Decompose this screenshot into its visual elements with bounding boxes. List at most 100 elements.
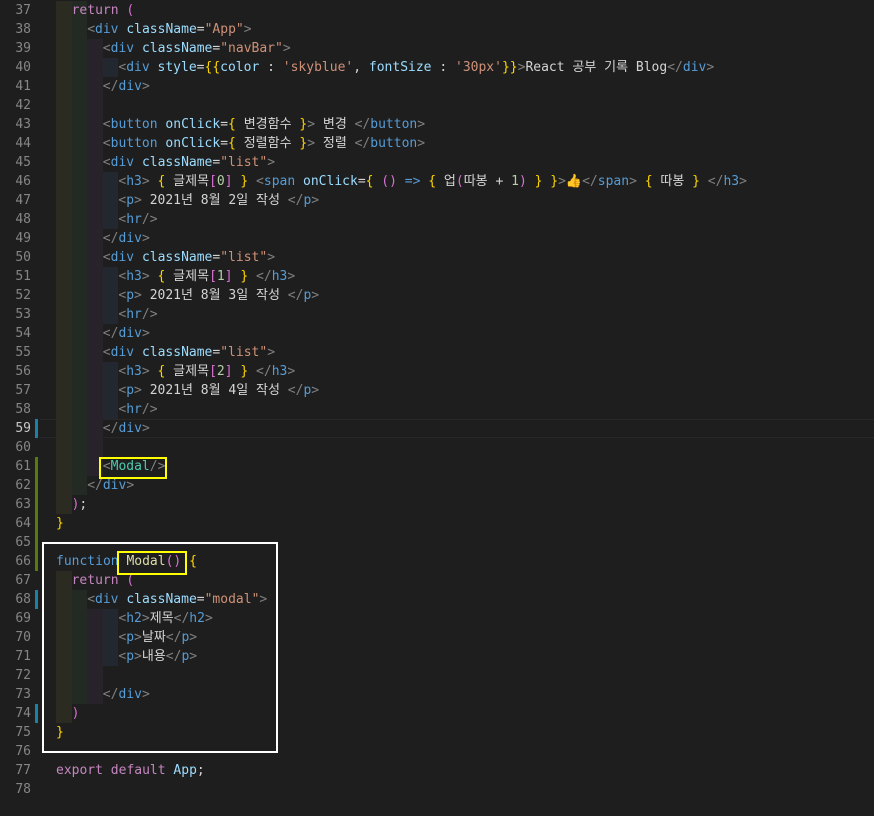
code-line[interactable]: 58 <hr/> bbox=[0, 400, 874, 419]
line-number: 37 bbox=[15, 3, 31, 18]
indent-guide bbox=[87, 400, 103, 419]
line-number: 41 bbox=[15, 79, 31, 94]
indent-guide bbox=[87, 210, 103, 229]
code-line[interactable]: 41 </div> bbox=[0, 77, 874, 96]
indent-guide bbox=[71, 229, 88, 248]
code-line[interactable]: 55 <div className="list"> bbox=[0, 343, 874, 362]
indent-guide bbox=[87, 96, 103, 115]
code-line[interactable]: 44 <button onClick={ 정렬함수 }> 정렬 </button> bbox=[0, 134, 874, 153]
indent-guide bbox=[102, 286, 119, 305]
indent-guide bbox=[56, 476, 72, 495]
code-line[interactable]: 48 <hr/> bbox=[0, 210, 874, 229]
code-line[interactable]: 52 <p> 2021년 8월 3일 작성 </p> bbox=[0, 286, 874, 305]
indent-guide bbox=[56, 39, 72, 58]
code-text: <div className="App"> bbox=[87, 22, 252, 37]
indent-guide bbox=[102, 400, 119, 419]
git-change-marker[interactable] bbox=[35, 457, 38, 571]
code-line[interactable]: 51 <h3> { 글제목[1] } </h3> bbox=[0, 267, 874, 286]
code-line[interactable]: 45 <div className="list"> bbox=[0, 153, 874, 172]
indent-guide bbox=[102, 210, 119, 229]
line-number: 78 bbox=[15, 782, 31, 797]
indent-guide bbox=[71, 476, 88, 495]
indent-guide bbox=[71, 343, 88, 362]
indent-guide bbox=[56, 438, 72, 457]
code-line[interactable]: 63); bbox=[0, 495, 874, 514]
indent-guide bbox=[87, 286, 103, 305]
indent-guide bbox=[87, 172, 103, 191]
line-number: 38 bbox=[15, 22, 31, 37]
line-number: 56 bbox=[15, 364, 31, 379]
code-line[interactable]: 59 </div> bbox=[0, 419, 874, 438]
indent-guide bbox=[56, 229, 72, 248]
code-editor[interactable]: 37 return ( 38 <div className="App"> 39 <div … bbox=[0, 0, 874, 816]
code-line[interactable]: 49 </div> bbox=[0, 229, 874, 248]
code-line[interactable]: 60 bbox=[0, 438, 874, 457]
indent-guide bbox=[56, 115, 72, 134]
code-line[interactable]: 43 <button onClick={ 변경함수 }> 변경 </button> bbox=[0, 115, 874, 134]
code-line[interactable]: 46 <h3> { 글제목[0] } <span onClick={ () => … bbox=[0, 172, 874, 191]
line-number: 49 bbox=[15, 231, 31, 246]
indent-guide bbox=[56, 400, 72, 419]
indent-guide bbox=[102, 381, 119, 400]
code-line[interactable]: 77 export default App; bbox=[0, 761, 874, 780]
line-number: 67 bbox=[15, 573, 31, 588]
indent-guide bbox=[71, 305, 88, 324]
git-change-marker[interactable] bbox=[35, 590, 38, 609]
code-line[interactable]: 53 <hr/> bbox=[0, 305, 874, 324]
code-line[interactable]: 64} bbox=[0, 514, 874, 533]
line-number: 64 bbox=[15, 516, 31, 531]
line-number: 47 bbox=[15, 193, 31, 208]
code-text: <p> 2021년 8월 3일 작성 </p> bbox=[118, 288, 320, 303]
code-text: } bbox=[56, 516, 64, 531]
code-text: <div className="list"> bbox=[102, 250, 276, 265]
line-number: 55 bbox=[15, 345, 31, 360]
indent-guide bbox=[56, 457, 72, 476]
indent-guide bbox=[102, 58, 119, 77]
code-line[interactable]: 40 <div style={{color : 'skyblue', fontSi… bbox=[0, 58, 874, 77]
code-text: ); bbox=[71, 497, 88, 512]
line-number: 69 bbox=[15, 611, 31, 626]
code-line[interactable]: 38 <div className="App"> bbox=[0, 20, 874, 39]
line-number: 53 bbox=[15, 307, 31, 322]
code-text: <div style={{color : 'skyblue', fontSize… bbox=[118, 60, 715, 75]
code-line[interactable]: 56 <h3> { 글제목[2] } </h3> bbox=[0, 362, 874, 381]
line-number: 63 bbox=[15, 497, 31, 512]
indent-guide bbox=[87, 229, 103, 248]
code-line[interactable]: 47 <p> 2021년 8월 2일 작성 </p> bbox=[0, 191, 874, 210]
indent-guide bbox=[71, 115, 88, 134]
git-change-marker[interactable] bbox=[35, 419, 38, 438]
code-text: <hr/> bbox=[118, 212, 158, 227]
line-number: 52 bbox=[15, 288, 31, 303]
code-line[interactable]: 39 <div className="navBar"> bbox=[0, 39, 874, 58]
indent-guide bbox=[87, 362, 103, 381]
line-number: 61 bbox=[15, 459, 31, 474]
code-line[interactable]: 42 bbox=[0, 96, 874, 115]
line-number: 51 bbox=[15, 269, 31, 284]
indent-guide bbox=[71, 153, 88, 172]
indent-guide bbox=[71, 438, 88, 457]
code-text: </div> bbox=[102, 79, 150, 94]
indent-guide bbox=[71, 134, 88, 153]
code-line[interactable]: 78 bbox=[0, 780, 874, 799]
line-number: 75 bbox=[15, 725, 31, 740]
yellow-annotation-box bbox=[99, 457, 167, 479]
line-number: 62 bbox=[15, 478, 31, 493]
indent-guide bbox=[102, 362, 119, 381]
line-number: 66 bbox=[15, 554, 31, 569]
code-text: <h3> { 글제목[2] } </h3> bbox=[118, 364, 296, 379]
yellow-annotation-box bbox=[117, 551, 187, 575]
indent-guide bbox=[56, 58, 72, 77]
code-line[interactable]: 50 <div className="list"> bbox=[0, 248, 874, 267]
git-change-marker[interactable] bbox=[35, 704, 38, 723]
indent-guide bbox=[56, 191, 72, 210]
line-number: 40 bbox=[15, 60, 31, 75]
code-line[interactable]: 54 </div> bbox=[0, 324, 874, 343]
code-line[interactable]: 57 <p> 2021년 8월 4일 작성 </p> bbox=[0, 381, 874, 400]
line-number: 58 bbox=[15, 402, 31, 417]
code-text: <hr/> bbox=[118, 307, 158, 322]
indent-guide bbox=[87, 343, 103, 362]
line-number: 54 bbox=[15, 326, 31, 341]
indent-guide bbox=[56, 210, 72, 229]
code-line[interactable]: 37 return ( bbox=[0, 1, 874, 20]
code-text: export default App; bbox=[56, 763, 205, 778]
